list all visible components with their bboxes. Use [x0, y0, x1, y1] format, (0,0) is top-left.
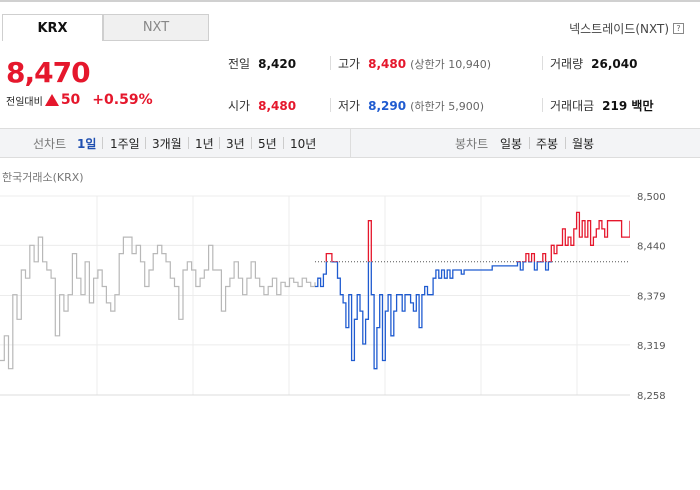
y-tick-label: 8,500 — [637, 192, 666, 203]
y-tick-label: 8,379 — [637, 292, 666, 303]
prev-day-line — [0, 236, 316, 370]
price-chart: 8,500 8,440 8,379 8,319 8,258 — [0, 192, 666, 402]
y-tick-label: 8,258 — [637, 391, 666, 402]
y-tick-label: 8,440 — [637, 241, 666, 252]
y-tick-label: 8,319 — [637, 341, 666, 352]
